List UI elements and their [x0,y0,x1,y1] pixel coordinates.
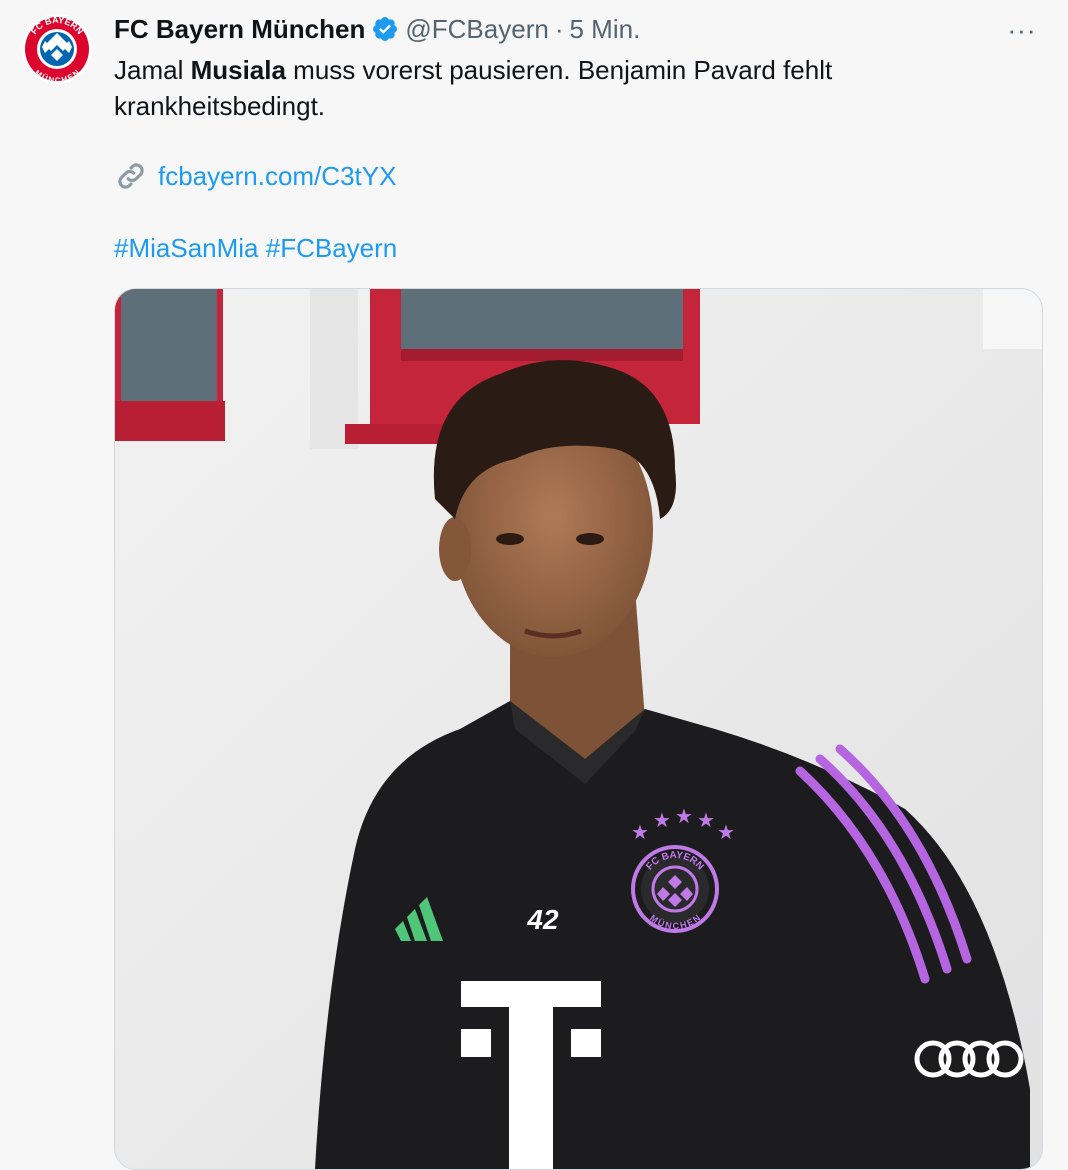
tweet-text-bold: Musiala [190,55,286,85]
svg-text:★: ★ [717,820,735,844]
shirt-number: 42 [526,904,559,935]
avatar[interactable]: FC BAYERN MÜNCHEN [22,14,92,84]
hashtag-miasanmia[interactable]: #MiaSanMia [114,233,259,263]
svg-text:★: ★ [675,804,693,828]
timestamp[interactable]: 5 Min. [569,14,640,45]
more-options-button[interactable]: ··· [1004,14,1040,45]
link-icon [118,163,144,189]
tweet-photo[interactable]: 42 FC BAYERN MÜNCHEN ★ ★ ★ ★ ★ [114,288,1043,1170]
svg-text:★: ★ [653,808,671,832]
more-icon: ··· [1007,14,1037,45]
player-photo: 42 FC BAYERN MÜNCHEN ★ ★ ★ ★ ★ [115,289,1042,1169]
hashtag-fcbayern[interactable]: #FCBayern [266,233,398,263]
author-name[interactable]: FC Bayern München [114,14,365,45]
article-link[interactable]: fcbayern.com/C3tYX [158,161,396,192]
link-row: fcbayern.com/C3tYX [114,158,396,194]
verified-badge-icon[interactable] [371,15,399,43]
svg-text:★: ★ [631,820,649,844]
hashtags: #MiaSanMia #FCBayern [114,230,397,266]
window-left [115,289,225,441]
tweet-text: Jamal Musiala muss vorerst pausieren. Be… [114,52,974,124]
svg-text:★: ★ [697,808,715,832]
author-handle[interactable]: @FCBayern [405,14,548,45]
tweet-header: FC Bayern München @FCBayern · 5 Min. [114,12,1028,46]
tweet-text-part1: Jamal [114,55,191,85]
fc-bayern-crest-icon: FC BAYERN MÜNCHEN [22,14,92,84]
separator-dot: · [554,13,564,44]
